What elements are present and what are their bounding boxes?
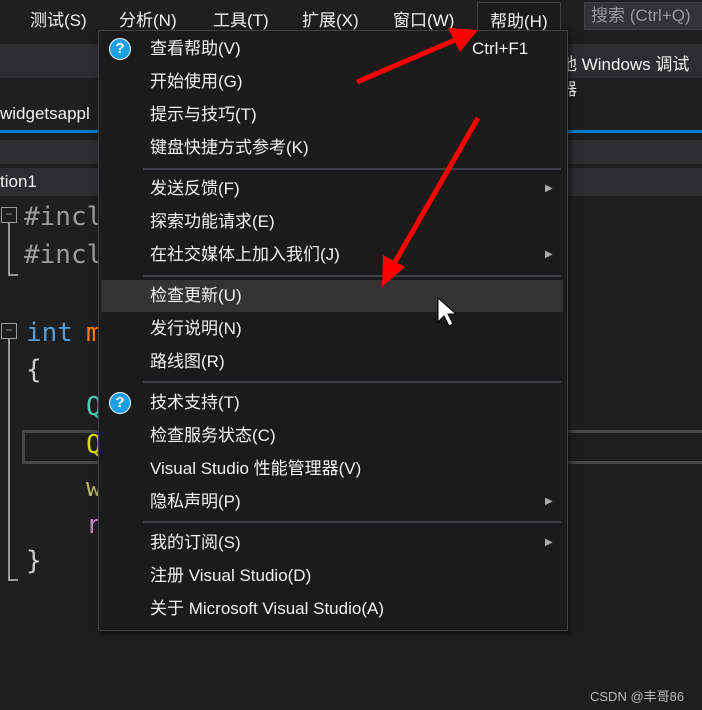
arrow-to-help-menu — [356, 37, 456, 85]
watermark: CSDN @丰哥86 — [590, 689, 685, 704]
annotation-arrows — [356, 28, 481, 327]
arrow-to-check-updates — [392, 116, 481, 264]
mouse-cursor-icon — [437, 296, 458, 327]
